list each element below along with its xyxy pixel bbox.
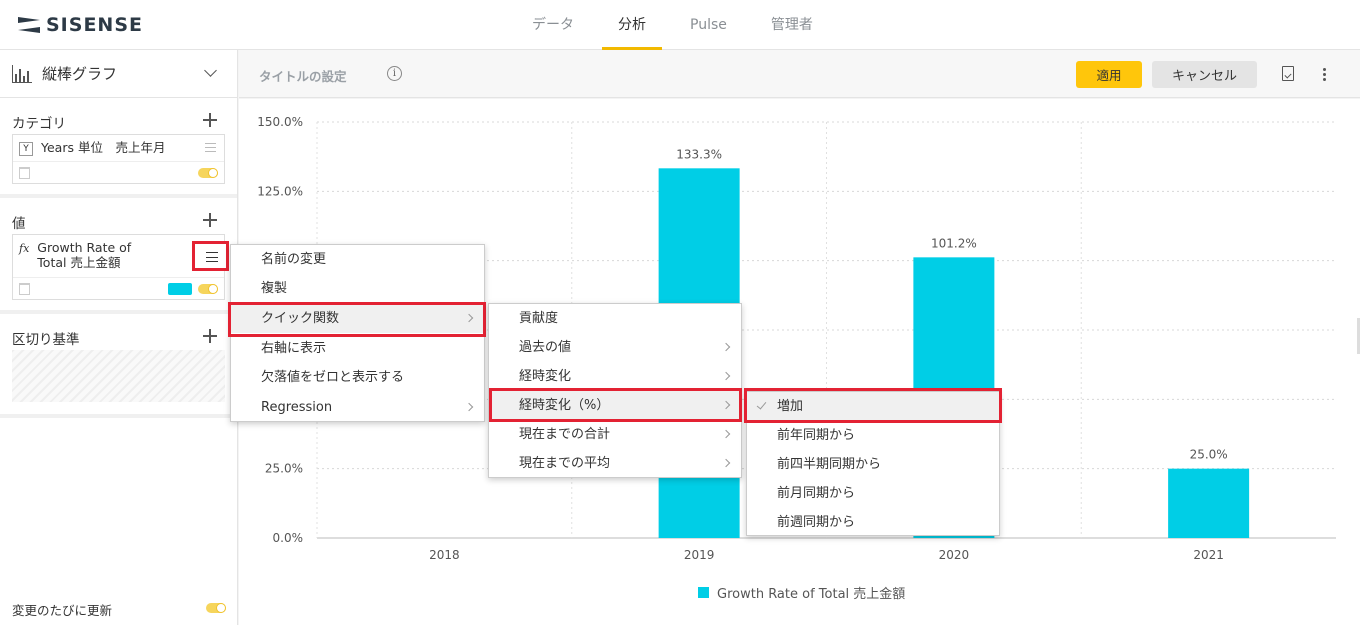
x-tick-label-2021: 2021	[1193, 548, 1224, 562]
trash-icon[interactable]	[19, 283, 30, 295]
legend-swatch	[698, 587, 709, 598]
add-breakby-plus-icon[interactable]	[203, 329, 217, 343]
x-tick-label-2019: 2019	[684, 548, 715, 562]
y-tick-label: 0.0%	[273, 531, 304, 545]
chart-type-label: 縦棒グラフ	[42, 65, 118, 83]
breakby-title: 区切り基準	[12, 332, 80, 348]
menu-running-total[interactable]: 現在までの合計	[489, 420, 741, 449]
category-field-label: Years 単位 売上年月	[41, 140, 166, 155]
value-toggle[interactable]	[198, 284, 218, 294]
bar-2021	[1168, 468, 1250, 538]
value-context-menu: 名前の変更 複製 クイック関数 右軸に表示 欠落値をゼロと表示する Regres…	[230, 244, 485, 422]
main-nav: データ 分析 Pulse 管理者	[510, 0, 835, 50]
menu-quick-functions[interactable]: クイック関数	[231, 304, 484, 333]
category-toggle[interactable]	[198, 168, 218, 178]
tab-pulse[interactable]: Pulse	[668, 0, 749, 50]
chevron-right-icon	[721, 371, 731, 381]
category-field[interactable]: Y Years 単位 売上年月	[12, 134, 225, 184]
info-icon[interactable]: i	[387, 66, 402, 81]
chevron-down-icon	[204, 64, 217, 77]
auto-update-row: 変更のたびに更新	[12, 600, 232, 619]
menu-from-prev-week[interactable]: 前週同期から	[747, 508, 999, 537]
checkmark-icon	[756, 399, 767, 410]
value-menu-button[interactable]	[192, 241, 229, 271]
add-value-plus-icon[interactable]	[203, 213, 217, 227]
data-label-2021: 25.0%	[1190, 448, 1228, 462]
menu-rename[interactable]: 名前の変更	[231, 245, 484, 274]
menu-missing-as-zero[interactable]: 欠落値をゼロと表示する	[231, 363, 484, 392]
widget-script-icon[interactable]	[1282, 66, 1294, 81]
breakby-drop-zone[interactable]	[12, 350, 225, 402]
trash-icon[interactable]	[19, 167, 30, 179]
more-options-icon[interactable]	[1323, 68, 1326, 81]
chevron-right-icon	[721, 458, 731, 468]
legend-label: Growth Rate of Total 売上金額	[717, 587, 906, 602]
cancel-button[interactable]: キャンセル	[1152, 61, 1257, 88]
column-chart-icon	[12, 64, 32, 83]
chevron-right-icon	[464, 402, 474, 412]
chevron-right-icon	[721, 429, 731, 439]
menu-running-average[interactable]: 現在までの平均	[489, 449, 741, 478]
category-section: カテゴリ Y Years 単位 売上年月	[0, 98, 237, 198]
color-swatch[interactable]	[168, 283, 192, 295]
menu-regression[interactable]: Regression	[231, 393, 484, 422]
menu-difference[interactable]: 経時変化	[489, 362, 741, 391]
menu-duplicate[interactable]: 複製	[231, 274, 484, 303]
difference-percent-submenu: 増加 前年同期から 前四半期同期から 前月同期から 前週同期から	[746, 391, 1000, 536]
y-tick-label: 125.0%	[257, 184, 303, 198]
sisense-logo[interactable]: SISENSE	[18, 14, 143, 36]
value-field-label: Growth Rate of Total 売上金額	[37, 240, 132, 270]
data-label-2020: 101.2%	[931, 236, 977, 250]
chart-legend[interactable]: Growth Rate of Total 売上金額	[698, 583, 905, 602]
values-title: 値	[12, 216, 26, 232]
sisense-logo-icon	[18, 15, 40, 35]
y-tick-label: 150.0%	[257, 115, 303, 129]
y-tick-label: 25.0%	[265, 462, 303, 476]
menu-from-prev-year[interactable]: 前年同期から	[747, 421, 999, 450]
chevron-right-icon	[464, 313, 474, 323]
menu-from-prev-quarter[interactable]: 前四半期同期から	[747, 450, 999, 479]
chevron-right-icon	[721, 400, 731, 410]
menu-from-prev-month[interactable]: 前月同期から	[747, 479, 999, 508]
tab-analytics[interactable]: 分析	[596, 0, 668, 50]
menu-past-value[interactable]: 過去の値	[489, 333, 741, 362]
formula-fx-icon: fx	[19, 242, 30, 255]
x-tick-label-2020: 2020	[939, 548, 970, 562]
year-badge-icon: Y	[19, 142, 33, 156]
tab-admin[interactable]: 管理者	[749, 0, 835, 50]
apply-button[interactable]: 適用	[1076, 61, 1142, 88]
widget-toolbar: タイトルの設定 i 適用 キャンセル	[239, 50, 1360, 98]
hamburger-icon	[206, 252, 218, 262]
drag-handle-icon[interactable]	[205, 143, 216, 152]
breakby-section: 区切り基準	[0, 314, 237, 418]
menu-difference-percent[interactable]: 経時変化（%）	[489, 391, 741, 420]
chart-type-selector[interactable]: 縦棒グラフ	[0, 50, 237, 98]
auto-update-label: 変更のたびに更新	[12, 603, 113, 618]
x-tick-label-2018: 2018	[429, 548, 460, 562]
menu-growth[interactable]: 増加	[747, 392, 999, 421]
menu-contribution[interactable]: 貢献度	[489, 304, 741, 333]
widget-title-input[interactable]: タイトルの設定	[259, 66, 347, 85]
chevron-right-icon	[721, 342, 731, 352]
menu-show-right-axis[interactable]: 右軸に表示	[231, 334, 484, 363]
add-category-plus-icon[interactable]	[203, 113, 217, 127]
tab-data[interactable]: データ	[510, 0, 596, 50]
top-bar: SISENSE データ 分析 Pulse 管理者	[0, 0, 1360, 50]
category-title: カテゴリ	[12, 116, 66, 132]
brand-name: SISENSE	[46, 14, 143, 36]
quick-functions-submenu: 貢献度 過去の値 経時変化 経時変化（%） 現在までの合計 現在までの平均	[488, 303, 742, 478]
data-label-2019: 133.3%	[676, 147, 722, 161]
widget-designer-panel: 縦棒グラフ カテゴリ Y Years 単位 売上年月 値 fx Growth R…	[0, 50, 238, 625]
auto-update-toggle[interactable]	[206, 603, 226, 613]
